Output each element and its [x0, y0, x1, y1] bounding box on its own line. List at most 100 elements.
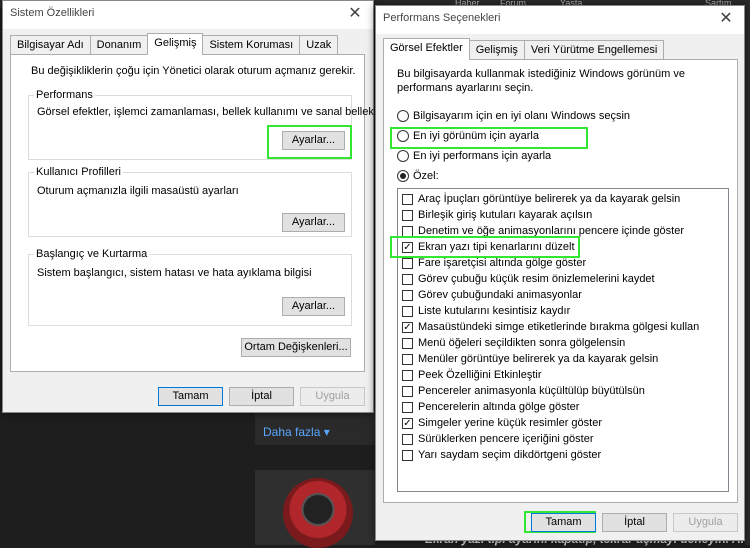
apply-button[interactable]: Uygula — [673, 513, 738, 532]
radio-indicator — [397, 110, 409, 122]
titlebar: Sistem Özellikleri ✕ — [3, 1, 373, 29]
option-label: Birleşik giriş kutuları kayarak açılsın — [418, 209, 593, 221]
visual-effect-option[interactable]: Peek Özelliğini Etkinleştir — [402, 368, 542, 382]
radio-custom[interactable]: Özel: — [397, 170, 439, 182]
system-properties-window: Sistem Özellikleri ✕ Bilgisayar Adı Dona… — [2, 0, 374, 413]
checkbox-unchecked[interactable] — [402, 289, 413, 301]
tab-computer-name[interactable]: Bilgisayar Adı — [10, 35, 91, 55]
performance-desc: Görsel efektler, işlemci zamanlaması, be… — [37, 106, 374, 118]
close-icon[interactable]: ✕ — [716, 9, 736, 29]
option-label: Masaüstündeki simge etiketlerinde bırakm… — [418, 321, 700, 333]
highlight-performance-button — [267, 125, 352, 159]
checkbox-unchecked[interactable] — [402, 305, 413, 317]
tab-hardware[interactable]: Donanım — [89, 35, 149, 55]
tab-remote[interactable]: Uzak — [299, 35, 339, 55]
visual-effect-option[interactable]: Fare işaretçisi altında gölge göster — [402, 256, 586, 270]
checkbox-unchecked[interactable] — [402, 385, 413, 397]
visual-effect-option[interactable]: ✓ Simgeler yerine küçük resimler göster — [402, 416, 602, 430]
environment-variables-button[interactable]: Ortam Değişkenleri... — [241, 338, 351, 357]
checkbox-unchecked[interactable] — [402, 257, 413, 269]
option-label: Araç İpuçları görüntüye belirerek ya da … — [418, 193, 681, 205]
radio-label: En iyi performans için ayarla — [413, 150, 552, 162]
visual-effect-option[interactable]: Görev çubuğu küçük resim önizlemelerini … — [402, 272, 655, 286]
visual-effect-option[interactable]: Sürüklerken pencere içeriğini göster — [402, 432, 593, 446]
window-title: Performans Seçenekleri — [383, 12, 501, 24]
option-label: Pencereler animasyonla küçültülüp büyütü… — [418, 385, 645, 397]
option-label: Simgeler yerine küçük resimler göster — [418, 417, 603, 429]
checkbox-unchecked[interactable] — [402, 225, 413, 237]
intro-line-2: performans ayarlarını seçin. — [397, 82, 534, 94]
user-profiles-group-title: Kullanıcı Profilleri — [34, 166, 123, 178]
visual-effect-option[interactable]: Menüler görüntüye belirerek ya da kayara… — [402, 352, 658, 366]
tab-dep[interactable]: Veri Yürütme Engellemesi — [523, 40, 665, 60]
checkbox-unchecked[interactable] — [402, 193, 413, 205]
ok-button[interactable]: Tamam — [158, 387, 223, 406]
visual-effect-option[interactable]: Görev çubuğundaki animasyonlar — [402, 288, 582, 302]
highlight-font-smoothing — [390, 236, 580, 258]
tab-advanced[interactable]: Gelişmiş — [147, 33, 204, 55]
visual-effect-option[interactable]: Pencerelerin altında gölge göster — [402, 400, 579, 414]
startup-recovery-desc: Sistem başlangıcı, sistem hatası ve hata… — [37, 267, 312, 279]
performance-group-title: Performans — [34, 89, 95, 101]
performance-options-window: Performans Seçenekleri ✕ Görsel Efektler… — [375, 5, 745, 541]
option-label: Pencerelerin altında gölge göster — [418, 401, 580, 413]
radio-best-performance[interactable]: En iyi performans için ayarla — [397, 150, 551, 162]
cancel-button[interactable]: İptal — [229, 387, 294, 406]
option-label: Liste kutularını kesintisiz kaydır — [418, 305, 571, 317]
checkbox-unchecked[interactable] — [402, 353, 413, 365]
option-label: Menüler görüntüye belirerek ya da kayara… — [418, 353, 659, 365]
visual-effect-option[interactable]: Menü öğeleri seçildikten sonra gölgelens… — [402, 336, 625, 350]
tab-advanced[interactable]: Gelişmiş — [468, 40, 525, 60]
checkbox-unchecked[interactable] — [402, 401, 413, 413]
startup-recovery-group: Başlangıç ve Kurtarma Sistem başlangıcı,… — [28, 248, 352, 326]
radio-let-windows-choose[interactable]: Bilgisayarım için en iyi olanı Windows s… — [397, 110, 630, 122]
radio-indicator — [397, 150, 409, 162]
visual-effect-option[interactable]: Yarı saydam seçim dikdörtgeni göster — [402, 448, 601, 462]
ok-button[interactable]: Tamam — [531, 513, 596, 532]
option-label: Görev çubuğu küçük resim önizlemelerini … — [418, 273, 655, 285]
startup-recovery-settings-button[interactable]: Ayarlar... — [282, 297, 345, 316]
window-title: Sistem Özellikleri — [10, 7, 95, 19]
user-profiles-settings-button[interactable]: Ayarlar... — [282, 213, 345, 232]
option-label: Sürüklerken pencere içeriğini göster — [418, 433, 594, 445]
option-label: Yarı saydam seçim dikdörtgeni göster — [418, 449, 602, 461]
avatar — [283, 478, 353, 548]
radio-label: Özel: — [413, 170, 439, 182]
bg-scroll-edge — [745, 0, 750, 545]
visual-effect-option[interactable]: Birleşik giriş kutuları kayarak açılsın — [402, 208, 592, 222]
close-icon[interactable]: ✕ — [345, 4, 365, 24]
checkbox-unchecked[interactable] — [402, 449, 413, 461]
option-label: Fare işaretçisi altında gölge göster — [418, 257, 587, 269]
admin-intro-text: Bu değişikliklerin çoğu için Yönetici ol… — [31, 65, 356, 77]
option-label: Peek Özelliğini Etkinleştir — [418, 369, 542, 381]
checkbox-unchecked[interactable] — [402, 369, 413, 381]
tab-system-protection[interactable]: Sistem Koruması — [202, 35, 301, 55]
option-label: Görev çubuğundaki animasyonlar — [418, 289, 582, 301]
more-link[interactable]: Daha fazla ▾ — [263, 425, 330, 439]
checkbox-unchecked[interactable] — [402, 209, 413, 221]
visual-effect-option[interactable]: Liste kutularını kesintisiz kaydır — [402, 304, 570, 318]
visual-effect-option[interactable]: ✓ Masaüstündeki simge etiketlerinde bırak… — [402, 320, 699, 334]
apply-button[interactable]: Uygula — [300, 387, 365, 406]
checkbox-unchecked[interactable] — [402, 337, 413, 349]
titlebar: Performans Seçenekleri ✕ — [376, 6, 744, 34]
visual-effect-option[interactable]: Araç İpuçları görüntüye belirerek ya da … — [402, 192, 680, 206]
user-profiles-desc: Oturum açmanızla ilgili masaüstü ayarlar… — [37, 185, 239, 197]
highlight-best-appearance — [390, 127, 588, 149]
intro-line-1: Bu bilgisayarda kullanmak istediğiniz Wi… — [397, 68, 685, 80]
radio-indicator-selected — [397, 170, 409, 182]
visual-effects-panel: Bu bilgisayarda kullanmak istediğiniz Wi… — [383, 59, 738, 503]
cancel-button[interactable]: İptal — [602, 513, 667, 532]
checkbox-checked[interactable]: ✓ — [402, 417, 413, 429]
visual-effects-list[interactable]: Araç İpuçları görüntüye belirerek ya da … — [397, 188, 729, 492]
tab-strip: Bilgisayar Adı Donanım Gelişmiş Sistem K… — [10, 33, 339, 55]
tab-strip: Görsel Efektler Gelişmiş Veri Yürütme En… — [383, 38, 665, 60]
checkbox-unchecked[interactable] — [402, 273, 413, 285]
visual-effect-option[interactable]: Pencereler animasyonla küçültülüp büyütü… — [402, 384, 645, 398]
tab-visual-effects[interactable]: Görsel Efektler — [383, 38, 470, 60]
user-profiles-group: Kullanıcı Profilleri Oturum açmanızla il… — [28, 166, 352, 237]
startup-recovery-group-title: Başlangıç ve Kurtarma — [34, 248, 150, 260]
checkbox-checked[interactable]: ✓ — [402, 321, 413, 333]
option-label: Menü öğeleri seçildikten sonra gölgelens… — [418, 337, 626, 349]
checkbox-unchecked[interactable] — [402, 433, 413, 445]
